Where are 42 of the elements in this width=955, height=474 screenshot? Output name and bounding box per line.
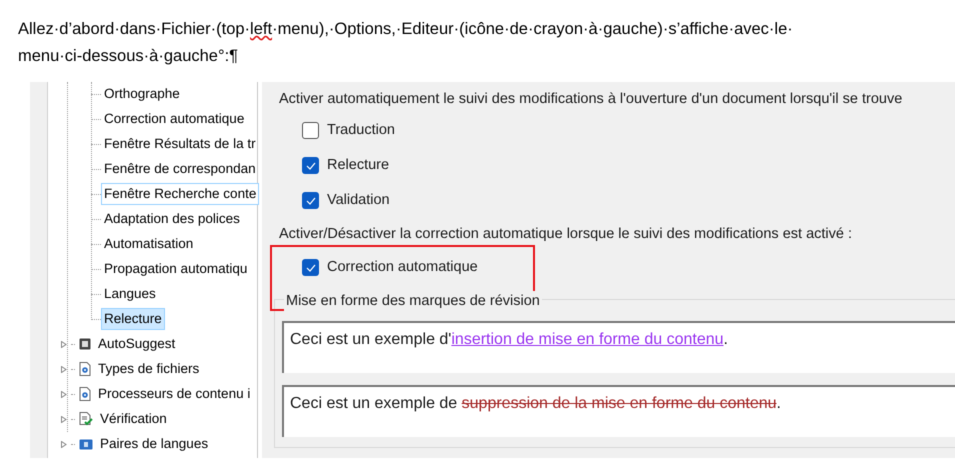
tree-item[interactable]: Vérification (100, 408, 167, 430)
tree-item[interactable]: Langues (101, 283, 159, 305)
file-gear-icon (79, 362, 91, 376)
preview-text: Ceci est un exemple d'insertion de mise en forme du contenu. (282, 321, 955, 373)
expand-arrow-icon[interactable] (61, 416, 67, 422)
tree-item[interactable]: Fenêtre Recherche conte (101, 183, 260, 205)
tree-item[interactable]: Orthographe (101, 83, 183, 105)
checkbox[interactable] (302, 192, 319, 210)
document-check-icon (79, 412, 93, 426)
tree-item[interactable]: Paires de langues (100, 434, 208, 454)
preview-text: Ceci est un exemple de suppression de la mise en forme du contenu. (282, 385, 955, 437)
tree-item[interactable]: Fenêtre de correspondan (101, 158, 259, 180)
checkbox[interactable] (302, 157, 319, 174)
document-paragraph: Allez·d’abord·dans·Fichier·(top·left·menu),·Options,·Editeur·(icône·de·crayon·à·gauche)·s’affiche·avec·le·menu·ci-dessous·à·gauche°:¶ (18, 19, 794, 67)
checkbox-label[interactable]: Validation (327, 190, 390, 212)
check-icon (306, 196, 316, 205)
checkbox-label[interactable]: Relecture (327, 155, 390, 177)
keyboard-icon (79, 338, 91, 350)
check-icon (306, 162, 316, 170)
checkbox[interactable] (302, 122, 319, 140)
check-icon (306, 264, 316, 272)
expand-arrow-icon[interactable] (61, 390, 67, 398)
tree-item[interactable]: Fenêtre Résultats de la tr (101, 133, 259, 155)
section-label: Activer automatiquement le suivi des modifications à l'ouverture d'un document lorsqu'il se trouve (279, 90, 902, 109)
checkbox-label[interactable]: Correction automatique (327, 257, 478, 279)
checkbox[interactable] (302, 259, 319, 276)
section-label: Activer/Désactiver la correction automatique lorsque le suivi des modifications est activé : (279, 225, 852, 244)
checkbox-label[interactable]: Traduction (327, 120, 395, 142)
expand-arrow-icon[interactable] (61, 366, 67, 372)
tree-item[interactable]: Relecture (101, 308, 165, 330)
tree-item[interactable]: Automatisation (101, 233, 196, 255)
group-title: Mise en forme des marques de révision (284, 291, 542, 313)
expand-arrow-icon[interactable] (61, 440, 67, 448)
tree-item[interactable]: AutoSuggest (98, 334, 176, 354)
tree-item[interactable]: Propagation automatiqu (101, 258, 250, 280)
file-gear-icon (79, 387, 91, 401)
tree-item[interactable]: Types de fichiers (98, 358, 200, 380)
tree-item[interactable]: Adaptation des polices (101, 208, 243, 230)
expand-arrow-icon[interactable] (61, 340, 67, 348)
tree-item[interactable]: Correction automatique (101, 108, 248, 130)
language-pair-icon (79, 438, 93, 450)
tree-item[interactable]: Processeurs de contenu i (98, 384, 250, 404)
